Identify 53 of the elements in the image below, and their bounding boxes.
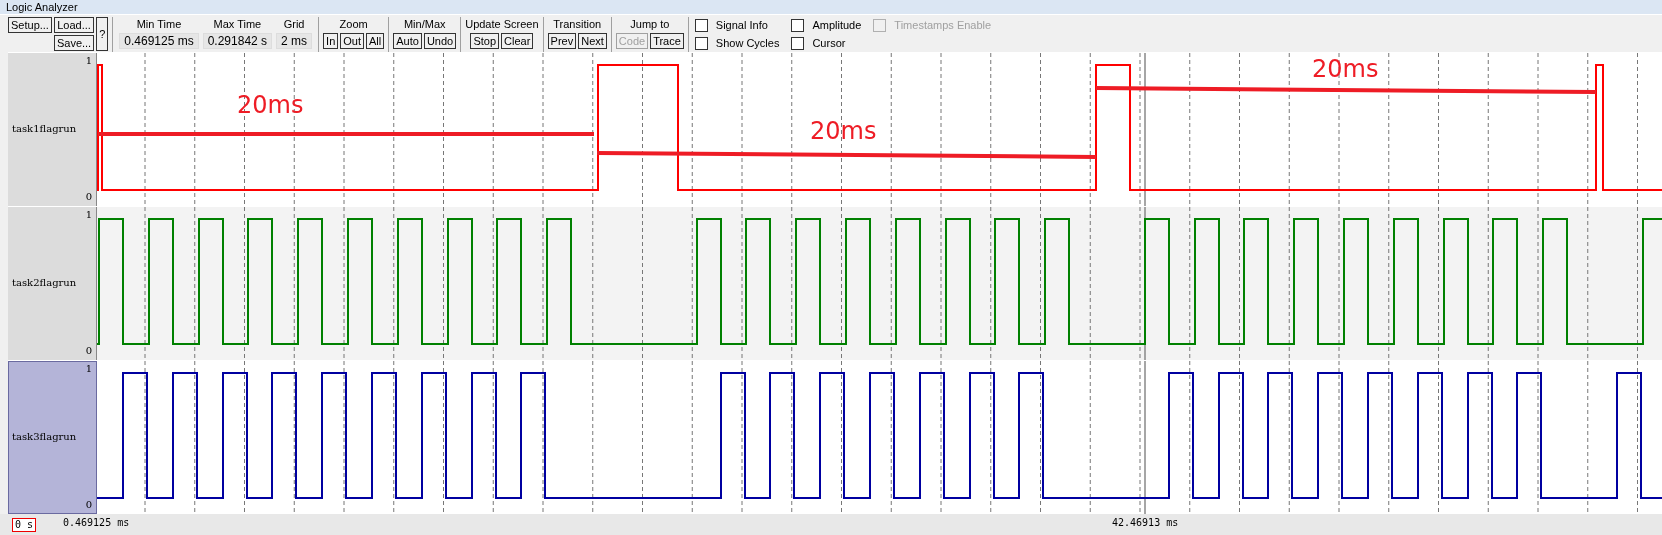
window-title: Logic Analyzer (0, 0, 1662, 14)
checkbox-label: Show Cycles (715, 37, 780, 49)
group-label: Jump to (630, 17, 670, 31)
toolbar-button[interactable]: Trace (650, 33, 684, 49)
signal-name: task1flagrun (12, 123, 77, 134)
toolbar-button[interactable]: Next (578, 33, 607, 49)
toolbar-button[interactable]: Prev (547, 33, 577, 49)
checkbox-label: Timestamps Enable (894, 19, 992, 31)
toolbar-button[interactable]: Save... (53, 35, 95, 51)
toolbar-button[interactable]: Out (340, 33, 364, 49)
field-label: Grid (283, 17, 305, 31)
signal-label-panel[interactable]: 1 task1flagrun 0 (8, 53, 97, 206)
time-label: 0.469125 ms (63, 517, 130, 528)
origin-label: 0 s (12, 517, 37, 532)
axis-max-label: 1 (85, 363, 92, 374)
checkbox[interactable] (694, 18, 708, 32)
checkbox-label: Signal Info (715, 19, 768, 31)
signal-label-panel[interactable]: 1 task2flagrun 0 (8, 207, 97, 360)
toolbar-button[interactable]: All (366, 33, 385, 49)
field-label: Min Time (136, 17, 182, 31)
field-label: Max Time (213, 17, 262, 31)
checkbox-label: Amplitude (812, 19, 862, 31)
axis-min-label: 0 (85, 191, 92, 202)
axis-min-label: 0 (85, 345, 92, 356)
annotation-label: 20ms (810, 117, 877, 145)
checkbox[interactable] (791, 18, 805, 32)
axis-max-label: 1 (85, 55, 92, 66)
signal-name: task3flagrun (12, 431, 77, 442)
signal-name: task2flagrun (12, 277, 77, 288)
toolbar-button[interactable]: ? (96, 17, 109, 51)
toolbar-button[interactable]: In (323, 33, 339, 49)
group-label: Min/Max (403, 17, 446, 31)
axis-max-label: 1 (85, 209, 92, 220)
toolbar-button[interactable]: Setup... (8, 17, 52, 33)
group-label: Transition (553, 17, 602, 31)
value-field: 0.291842 s (202, 33, 273, 49)
checkbox[interactable] (791, 36, 805, 50)
toolbar-button[interactable]: Load... (53, 17, 95, 33)
group-label: Update Screen (465, 17, 539, 31)
group-label: Zoom (339, 17, 368, 31)
annotation-label: 20ms (237, 91, 304, 119)
cursor-time-label: 42.46913 ms (1112, 517, 1179, 528)
checkbox-label: Cursor (812, 37, 846, 49)
toolbar-button[interactable]: Auto (393, 33, 422, 49)
value-field: 0.469125 ms (119, 33, 199, 49)
value-field: 2 ms (276, 33, 313, 49)
toolbar-button[interactable]: Stop (470, 33, 500, 49)
signal-label-panel[interactable]: 1 task3flagrun 0 (8, 361, 97, 514)
annotation-label: 20ms (1312, 55, 1379, 83)
axis-min-label: 0 (85, 499, 92, 510)
toolbar-button[interactable]: Undo (423, 33, 457, 49)
toolbar-button[interactable]: Clear (501, 33, 534, 49)
checkbox[interactable] (694, 36, 708, 50)
